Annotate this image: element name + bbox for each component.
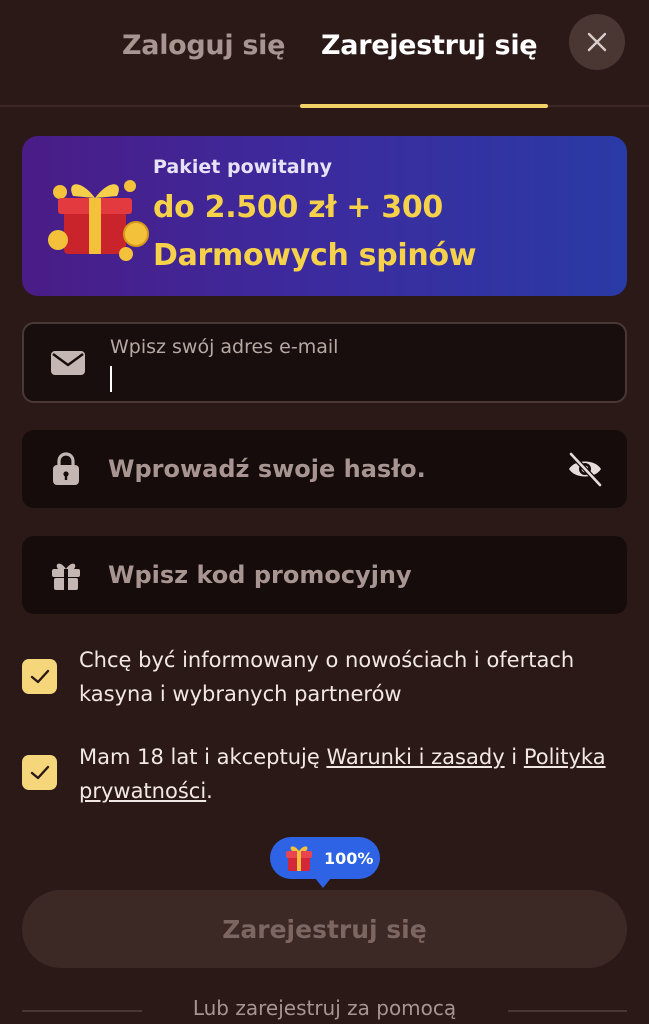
promo-code-placeholder: Wpisz kod promocyjny — [108, 561, 412, 589]
gift-icon — [48, 557, 84, 593]
auth-tabs: Zaloguj się Zarejestruj się — [0, 0, 649, 108]
banner-free-spins: Darmowych spinów — [153, 238, 477, 273]
password-field[interactable]: Wprowadź swoje hasło. — [22, 430, 627, 508]
marketing-consent-checkbox[interactable] — [22, 659, 57, 694]
close-icon — [587, 32, 607, 52]
banner-bonus-amount: do 2.500 zł + 300 — [153, 190, 444, 225]
eye-off-icon[interactable] — [565, 449, 605, 489]
promo-code-field[interactable]: Wpisz kod promocyjny — [22, 536, 627, 614]
welcome-bonus-banner: Pakiet powitalny do 2.500 zł + 300 Darmo… — [22, 136, 627, 296]
bonus-progress-badge: 100% — [270, 837, 380, 888]
envelope-icon — [50, 345, 86, 381]
registration-screen: Zaloguj się Zarejestruj się Pakiet powit… — [0, 0, 649, 1024]
active-tab-indicator — [300, 104, 548, 108]
banner-subtitle: Pakiet powitalny — [153, 156, 333, 178]
terms-link[interactable]: Warunki i zasady — [326, 745, 504, 769]
email-field[interactable]: Wpisz swój adres e-mail — [22, 322, 627, 403]
bonus-progress-label: 100% — [324, 848, 374, 868]
gift-box-icon — [286, 846, 312, 871]
tab-login[interactable]: Zaloguj się — [122, 30, 285, 61]
close-button[interactable] — [569, 14, 625, 70]
social-register-divider: Lub zarejestruj za pomocą — [192, 996, 457, 1020]
lock-icon — [48, 451, 84, 487]
terms-consent-text: Mam 18 lat i akceptuję Warunki i zasady … — [79, 740, 619, 808]
terms-consent-suffix: . — [206, 779, 213, 803]
text-caret — [110, 366, 112, 392]
terms-consent-middle: i — [504, 745, 524, 769]
check-icon — [30, 669, 49, 683]
tab-register[interactable]: Zarejestruj się — [321, 30, 538, 61]
password-placeholder: Wprowadź swoje hasło. — [108, 455, 426, 483]
terms-consent-checkbox[interactable] — [22, 755, 57, 790]
gift-box-icon — [48, 180, 149, 261]
email-label: Wpisz swój adres e-mail — [110, 336, 339, 358]
register-submit-button[interactable]: Zarejestruj się — [22, 890, 627, 968]
marketing-consent-text: Chcę być informowany o nowościach i ofer… — [79, 648, 575, 706]
terms-consent-prefix: Mam 18 lat i akceptuję — [79, 745, 327, 769]
check-icon — [30, 765, 49, 779]
